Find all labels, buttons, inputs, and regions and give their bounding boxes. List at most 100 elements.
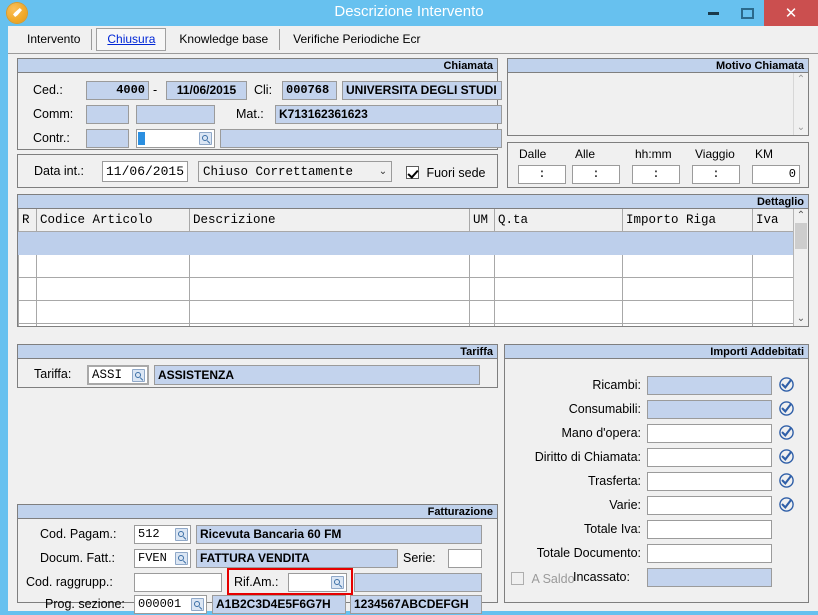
incassato-field[interactable] xyxy=(647,568,772,587)
cell-qta[interactable] xyxy=(494,230,623,255)
maximize-button[interactable] xyxy=(730,0,764,26)
cod-raggrupp-field[interactable] xyxy=(134,573,222,592)
km-field[interactable]: 0 xyxy=(752,165,800,184)
docum-fatt-lookup[interactable]: FVEN xyxy=(134,549,191,568)
trasferta-check-icon[interactable] xyxy=(779,473,794,488)
dalle-field[interactable]: : xyxy=(518,165,566,184)
cell-qta[interactable] xyxy=(494,276,623,301)
cell-r[interactable] xyxy=(18,253,37,278)
cell-um[interactable] xyxy=(469,253,495,278)
fuori-sede-checkbox[interactable] xyxy=(406,166,419,180)
cell-importo[interactable] xyxy=(622,230,753,255)
dettaglio-grid[interactable]: R Codice Articolo Descrizione UM Q.ta Im… xyxy=(18,209,793,326)
cell-descrizione[interactable] xyxy=(189,299,470,324)
cod-pagam-lookup[interactable]: 512 xyxy=(134,525,191,544)
prog-sezione-field-b[interactable]: 1234567ABCDEFGH xyxy=(350,595,482,614)
a-saldo-checkbox[interactable] xyxy=(511,572,524,586)
prog-sezione-field-a[interactable]: A1B2C3D4E5F6G7H xyxy=(212,595,346,614)
trasferta-field[interactable] xyxy=(647,472,772,491)
cell-qta[interactable] xyxy=(494,299,623,324)
a-saldo-checkbox-wrap[interactable]: A Saldo xyxy=(511,570,575,588)
search-icon[interactable] xyxy=(132,368,145,382)
cell-iva[interactable] xyxy=(752,230,793,255)
fuori-sede-checkbox-wrap[interactable]: Fuori sede xyxy=(406,164,486,182)
col-qta[interactable]: Q.ta xyxy=(494,209,623,232)
search-icon[interactable] xyxy=(175,552,188,565)
cell-qta[interactable] xyxy=(494,322,623,326)
serie-field[interactable] xyxy=(448,549,482,568)
cell-iva[interactable] xyxy=(752,253,793,278)
close-button[interactable]: ✕ xyxy=(764,0,818,26)
cell-iva[interactable] xyxy=(752,322,793,326)
cell-codice[interactable] xyxy=(36,322,190,326)
motivo-scrollbar[interactable]: ⌃ ⌄ xyxy=(793,73,808,135)
ced-code-field[interactable]: 4000 xyxy=(86,81,149,100)
col-um[interactable]: UM xyxy=(469,209,495,232)
cell-descrizione[interactable] xyxy=(189,253,470,278)
col-importo-riga[interactable]: Importo Riga xyxy=(622,209,753,232)
col-codice-articolo[interactable]: Codice Articolo xyxy=(36,209,190,232)
varie-check-icon[interactable] xyxy=(779,497,794,512)
tariffa-code-lookup[interactable]: ASSI xyxy=(87,365,149,385)
rif-am-desc-field[interactable] xyxy=(354,573,482,592)
contr-lookup-field[interactable] xyxy=(136,129,215,148)
cell-codice[interactable] xyxy=(36,253,190,278)
tariffa-description-field[interactable]: ASSISTENZA xyxy=(154,365,480,385)
rif-am-lookup[interactable] xyxy=(288,573,347,592)
cell-um[interactable] xyxy=(469,276,495,301)
cell-codice[interactable] xyxy=(36,276,190,301)
tab-intervento[interactable]: Intervento xyxy=(16,29,93,50)
viaggio-field[interactable]: : xyxy=(692,165,740,184)
comm-code-field[interactable] xyxy=(86,105,129,124)
cell-codice[interactable] xyxy=(36,230,190,255)
table-row[interactable] xyxy=(18,322,793,326)
cell-importo[interactable] xyxy=(622,322,753,326)
cell-um[interactable] xyxy=(469,230,495,255)
cell-r[interactable] xyxy=(18,230,37,255)
alle-field[interactable]: : xyxy=(572,165,620,184)
table-row[interactable] xyxy=(18,299,793,324)
totale-documento-field[interactable] xyxy=(647,544,772,563)
cli-name-field[interactable]: UNIVERSITA DEGLI STUDI xyxy=(342,81,502,100)
cell-r[interactable] xyxy=(18,276,37,301)
cell-importo[interactable] xyxy=(622,299,753,324)
cell-codice[interactable] xyxy=(36,299,190,324)
cell-um[interactable] xyxy=(469,299,495,324)
dettaglio-scrollbar[interactable]: ⌃ ⌄ xyxy=(793,209,808,326)
data-int-field[interactable]: 11/06/2015 xyxy=(102,161,188,182)
chevron-down-icon[interactable]: ⌄ xyxy=(375,166,391,177)
col-iva[interactable]: Iva xyxy=(752,209,793,232)
scroll-up-icon[interactable]: ⌃ xyxy=(797,73,805,87)
search-icon[interactable] xyxy=(175,528,188,541)
stato-chiusura-dropdown[interactable]: Chiuso Correttamente ⌄ xyxy=(198,161,392,182)
cell-qta[interactable] xyxy=(494,253,623,278)
grid-scroll-down-icon[interactable]: ⌄ xyxy=(794,312,808,326)
cell-descrizione[interactable] xyxy=(189,322,470,326)
table-row[interactable] xyxy=(18,230,793,255)
contr-desc-field[interactable] xyxy=(220,129,502,148)
search-icon[interactable] xyxy=(191,598,204,611)
tab-chiusura[interactable]: Chiusura xyxy=(96,28,167,51)
hhmm-field[interactable]: : xyxy=(632,165,680,184)
grid-scroll-up-icon[interactable]: ⌃ xyxy=(794,209,808,223)
varie-field[interactable] xyxy=(647,496,772,515)
cell-r[interactable] xyxy=(18,299,37,324)
cli-code-field[interactable]: 000768 xyxy=(282,81,337,100)
cell-um[interactable] xyxy=(469,322,495,326)
mat-field[interactable]: K713162361623 xyxy=(275,105,502,124)
tab-knowledge-base[interactable]: Knowledge base xyxy=(168,29,281,50)
motivo-chiamata-textarea[interactable]: ⌃ ⌄ xyxy=(508,73,808,135)
totale-iva-field[interactable] xyxy=(647,520,772,539)
diritto-chiamata-check-icon[interactable] xyxy=(779,449,794,464)
ricambi-check-icon[interactable] xyxy=(779,377,794,392)
consumabili-check-icon[interactable] xyxy=(779,401,794,416)
col-r[interactable]: R xyxy=(18,209,37,232)
comm-desc-field[interactable] xyxy=(136,105,215,124)
col-descrizione[interactable]: Descrizione xyxy=(189,209,470,232)
table-row[interactable] xyxy=(18,253,793,278)
grid-scroll-thumb[interactable] xyxy=(795,223,807,249)
table-row[interactable] xyxy=(18,276,793,301)
contr-code-field[interactable] xyxy=(86,129,129,148)
diritto-chiamata-field[interactable] xyxy=(647,448,772,467)
search-icon[interactable] xyxy=(331,576,344,589)
